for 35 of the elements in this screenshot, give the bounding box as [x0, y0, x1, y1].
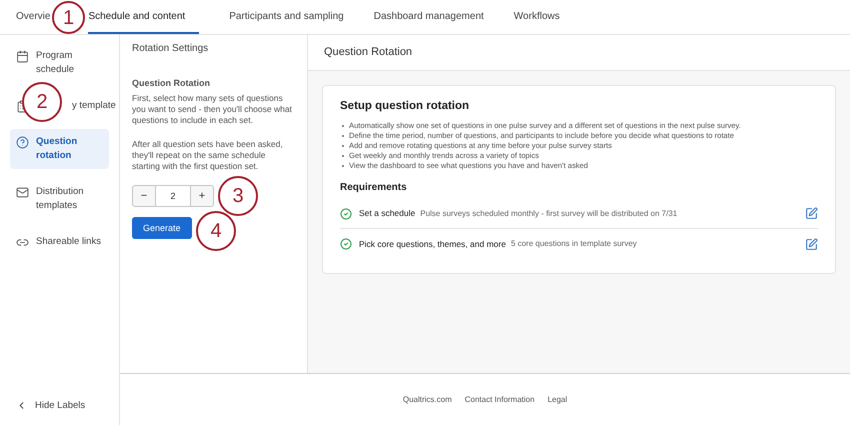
sidebar-item[interactable]: y template — [72, 99, 116, 113]
requirement-label: Pick core questions, themes, and more — [359, 238, 506, 251]
requirement-label: Set a schedule — [359, 207, 416, 220]
footer-link[interactable]: Contact Information — [464, 394, 535, 406]
footer-link[interactable]: Legal — [548, 394, 568, 406]
question-icon — [16, 136, 29, 149]
tab[interactable]: Dashboard management — [374, 0, 484, 34]
page-title: Question Rotation — [308, 35, 850, 71]
edit-button[interactable] — [805, 207, 818, 220]
description: After all question sets have been asked, they'll repeat on the same schedule starting with the first question set. — [132, 139, 284, 172]
tab[interactable]: Schedule and content — [88, 0, 200, 34]
footer-link[interactable]: Qualtrics.com — [402, 394, 452, 406]
panel-title: Rotation Settings — [132, 43, 210, 54]
sidebar-item[interactable]: Shareable links — [10, 229, 109, 255]
generate-button[interactable]: Generate — [132, 217, 192, 239]
sidebar-item[interactable]: Program schedule — [10, 43, 109, 83]
description: First, select how many sets of questions you want to send - then you'll choose what questions to include in each set. — [132, 93, 293, 126]
tab[interactable]: Participants and sampling — [229, 0, 344, 34]
section-heading: Question Rotation — [132, 78, 211, 89]
hide-labels-button[interactable]: Hide Labels — [10, 398, 109, 413]
edit-button[interactable] — [805, 238, 818, 251]
requirement-detail: Pulse surveys scheduled monthly - first survey will be distributed on 7/31 — [420, 208, 678, 220]
sidebar-item[interactable]: Distribution templates — [10, 179, 109, 219]
sidebar-item[interactable]: Question rotation — [10, 129, 109, 169]
tab[interactable]: Overvie — [16, 0, 50, 34]
requirement-detail: 5 core questions in template survey — [510, 238, 637, 250]
callout-number: 1 — [52, 1, 85, 34]
callout-number: 4 — [196, 211, 236, 251]
tab[interactable]: Workflows — [514, 0, 560, 34]
callout-number: 3 — [218, 176, 258, 216]
card-title: Setup question rotation — [340, 99, 470, 114]
envelope-icon — [16, 186, 29, 199]
requirements-heading: Requirements — [340, 181, 408, 196]
callout-number: 2 — [22, 82, 62, 122]
calendar-icon — [16, 50, 29, 63]
